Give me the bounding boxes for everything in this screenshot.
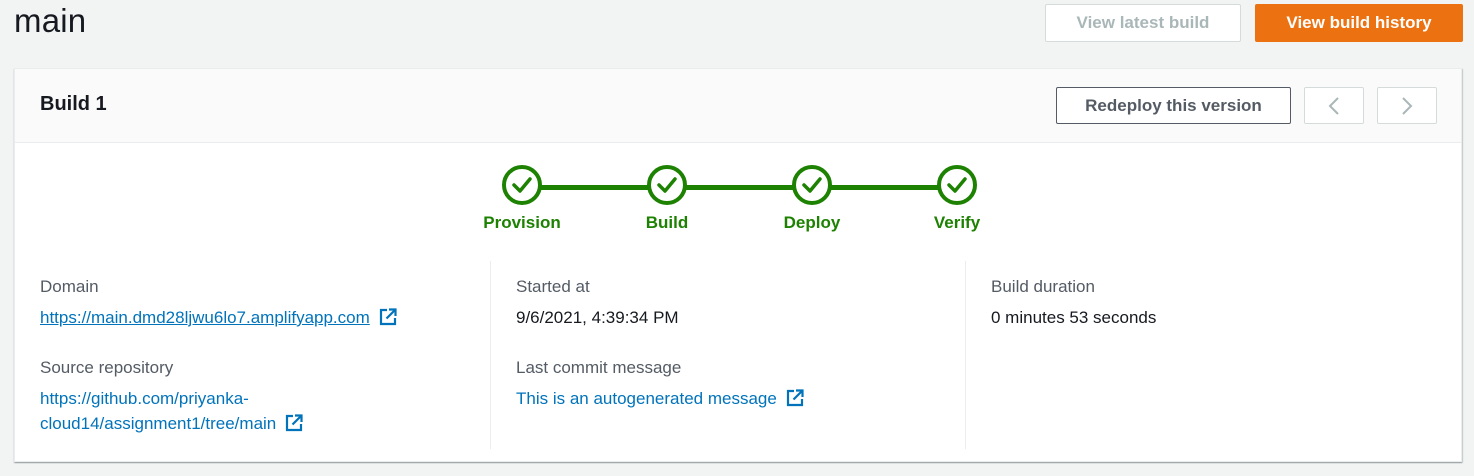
source-label: Source repository xyxy=(40,358,174,377)
commit-field: Last commit message This is an autogener… xyxy=(516,358,965,409)
step-label: Verify xyxy=(933,213,981,232)
duration-field: Build duration 0 minutes 53 seconds xyxy=(991,277,1461,328)
card-header: Build 1 Redeploy this version xyxy=(15,69,1461,143)
step-circle xyxy=(502,165,542,205)
build-card: Build 1 Redeploy this version Provision … xyxy=(14,68,1462,462)
step-circle xyxy=(792,165,832,205)
details-column-right: Build duration 0 minutes 53 seconds xyxy=(965,261,1461,449)
next-build-button[interactable] xyxy=(1377,87,1437,124)
source-row: https://github.com/priyanka- cloud14/ass… xyxy=(40,386,490,436)
step-label: Build xyxy=(645,213,689,232)
page-title: main xyxy=(14,2,87,39)
step-provision: Provision xyxy=(467,165,577,233)
external-link-icon[interactable] xyxy=(285,414,303,432)
commit-row: This is an autogenerated message xyxy=(516,389,965,409)
step-label: Provision xyxy=(483,213,561,232)
check-icon xyxy=(802,177,822,193)
commit-link[interactable]: This is an autogenerated message xyxy=(516,389,777,408)
domain-row: https://main.dmd28ljwu6lo7.amplifyapp.co… xyxy=(40,308,490,328)
step-circle xyxy=(647,165,687,205)
started-field: Started at 9/6/2021, 4:39:34 PM xyxy=(516,277,965,328)
step-build: Build xyxy=(612,165,722,233)
step-circle xyxy=(937,165,977,205)
chevron-left-icon xyxy=(1328,96,1339,115)
duration-value: 0 minutes 53 seconds xyxy=(991,308,1157,327)
step-deploy: Deploy xyxy=(757,165,867,233)
check-icon xyxy=(512,177,532,193)
view-latest-build-button[interactable]: View latest build xyxy=(1045,4,1241,42)
domain-label: Domain xyxy=(40,277,99,296)
step-verify: Verify xyxy=(902,165,1012,233)
external-link-icon[interactable] xyxy=(379,308,397,326)
view-build-history-button[interactable]: View build history xyxy=(1255,4,1463,42)
source-link-line2[interactable]: cloud14/assignment1/tree/main xyxy=(40,414,276,433)
source-link-line1[interactable]: https://github.com/priyanka- xyxy=(40,389,249,408)
source-field: Source repository https://github.com/pri… xyxy=(40,358,490,436)
details-column-left: Domain https://main.dmd28ljwu6lo7.amplif… xyxy=(15,261,490,449)
external-link-icon[interactable] xyxy=(786,389,804,407)
card-actions: Redeploy this version xyxy=(1056,87,1437,124)
header-actions: View latest build View build history xyxy=(1045,4,1463,42)
build-details: Domain https://main.dmd28ljwu6lo7.amplif… xyxy=(15,261,1461,449)
step-label: Deploy xyxy=(783,213,841,232)
started-label: Started at xyxy=(516,277,590,296)
build-title: Build 1 xyxy=(40,93,107,115)
commit-label: Last commit message xyxy=(516,358,682,377)
check-icon xyxy=(947,177,967,193)
redeploy-button[interactable]: Redeploy this version xyxy=(1056,87,1291,124)
domain-field: Domain https://main.dmd28ljwu6lo7.amplif… xyxy=(40,277,490,328)
check-icon xyxy=(657,177,677,193)
chevron-right-icon xyxy=(1402,96,1413,115)
details-column-middle: Started at 9/6/2021, 4:39:34 PM Last com… xyxy=(490,261,965,449)
build-stepper: Provision Build Deploy Verify xyxy=(15,165,1461,235)
previous-build-button[interactable] xyxy=(1304,87,1364,124)
duration-label: Build duration xyxy=(991,277,1095,296)
domain-link[interactable]: https://main.dmd28ljwu6lo7.amplifyapp.co… xyxy=(40,308,370,327)
started-value: 9/6/2021, 4:39:34 PM xyxy=(516,308,679,327)
